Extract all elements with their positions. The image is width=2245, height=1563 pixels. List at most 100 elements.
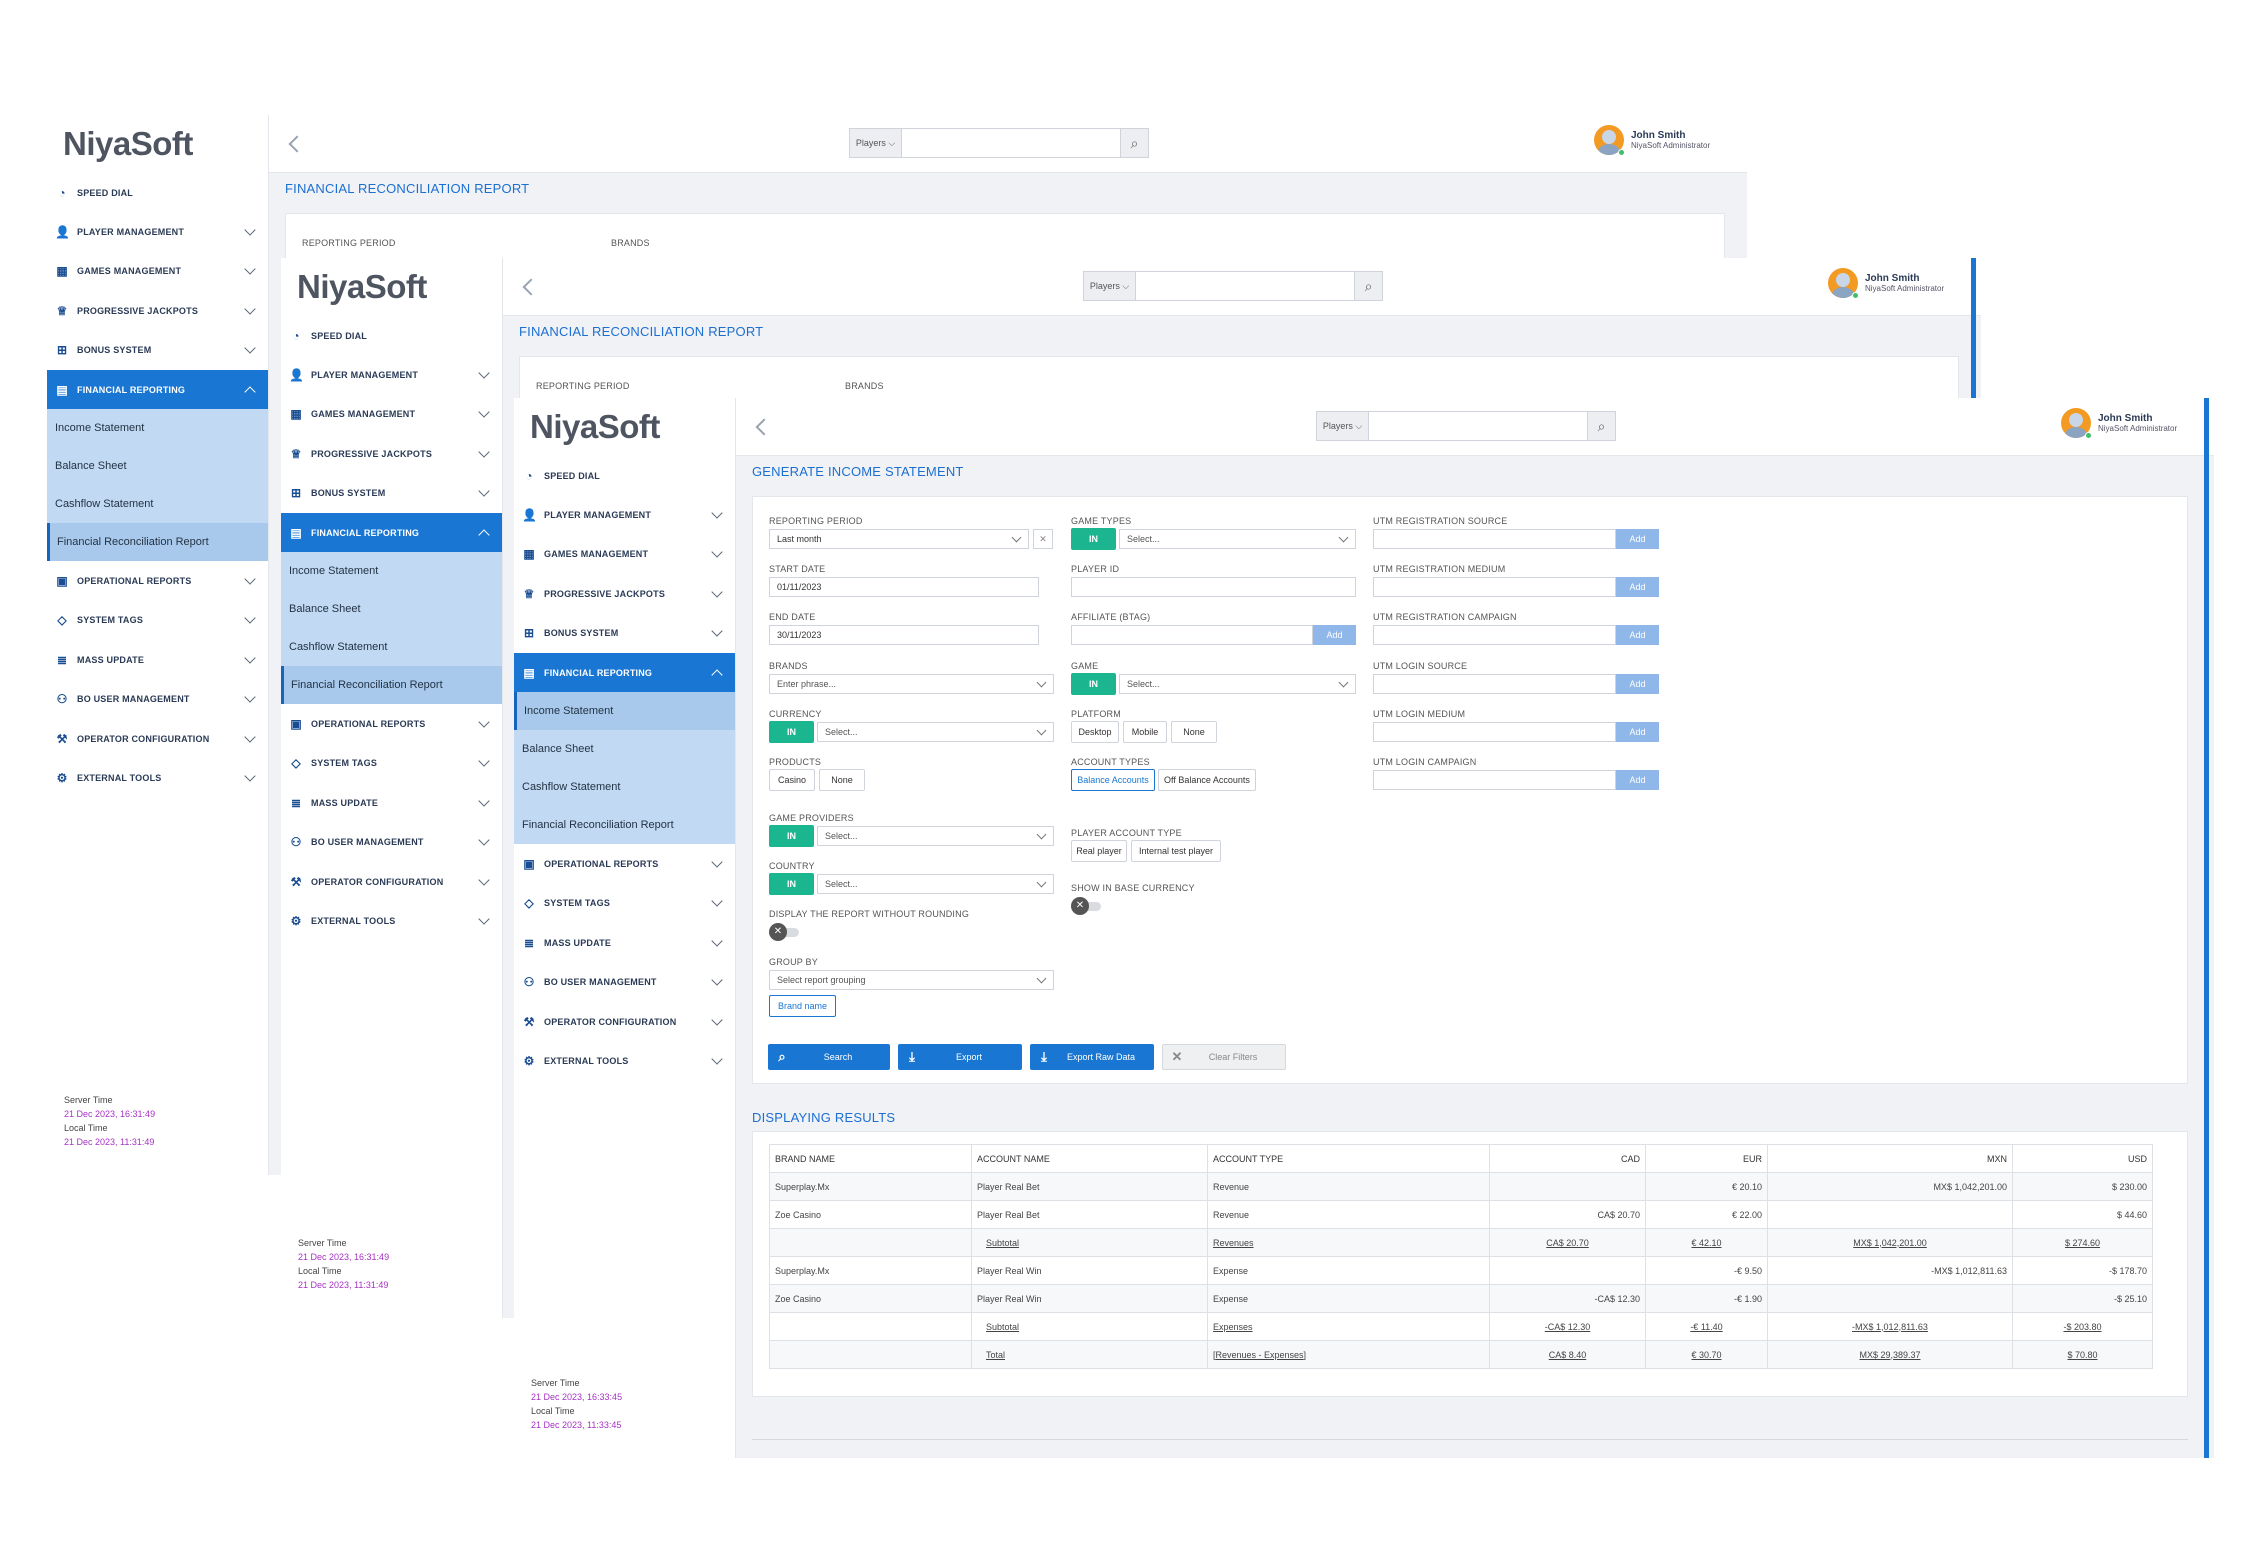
utm-login-medium-input[interactable] xyxy=(1373,722,1616,742)
sub-balance-sheet[interactable]: Balance Sheet xyxy=(47,447,268,486)
sub-income-statement[interactable]: Income Statement xyxy=(281,552,502,591)
sub-financial-reconciliation[interactable]: Financial Reconciliation Report xyxy=(47,523,268,562)
nav-mass-update[interactable]: ≣ MASS UPDATE xyxy=(47,640,268,679)
utm-registration-medium-add-button[interactable]: Add xyxy=(1616,577,1659,597)
total-link[interactable]: Total xyxy=(986,1350,1005,1360)
usd-link[interactable]: -$ 203.80 xyxy=(2063,1322,2101,1332)
nav-system-tags[interactable]: ◇ SYSTEM TAGS xyxy=(281,744,502,783)
nav-external-tools[interactable]: ⚙ EXTERNAL TOOLS xyxy=(281,901,502,940)
player-id-input[interactable] xyxy=(1071,577,1356,597)
nav-progressive-jackpots[interactable]: ♕ PROGRESSIVE JACKPOTS xyxy=(47,291,268,330)
nav-speed-dial[interactable]: ◔ SPEED DIAL xyxy=(281,316,502,355)
usd-link[interactable]: $ 70.80 xyxy=(2067,1350,2097,1360)
utm-login-campaign-input[interactable] xyxy=(1373,770,1616,790)
account-chip-off-balance[interactable]: Off Balance Accounts xyxy=(1158,769,1256,791)
base-currency-toggle[interactable]: ✕ xyxy=(1071,897,1101,915)
game-in-toggle[interactable]: IN xyxy=(1071,673,1116,695)
player-type-chip-test[interactable]: Internal test player xyxy=(1131,840,1221,862)
nav-system-tags[interactable]: ◇ SYSTEM TAGS xyxy=(514,884,735,923)
nav-operational-reports[interactable]: ▣ OPERATIONAL REPORTS xyxy=(47,561,268,600)
export-button[interactable]: ⤓ Export xyxy=(898,1044,1022,1070)
start-date-input[interactable]: 01/11/2023 xyxy=(769,577,1039,597)
subtotal-link[interactable]: Subtotal xyxy=(986,1322,1019,1332)
utm-login-source-input[interactable] xyxy=(1373,674,1616,694)
search-icon[interactable]: ⌕ xyxy=(1120,129,1148,157)
mxn-link[interactable]: MX$ 1,042,201.00 xyxy=(1853,1238,1927,1248)
platform-chip-desktop[interactable]: Desktop xyxy=(1071,721,1119,743)
clear-filters-button[interactable]: ✕ Clear Filters xyxy=(1162,1044,1286,1070)
cad-link[interactable]: -CA$ 12.30 xyxy=(1545,1322,1591,1332)
affiliate-input[interactable] xyxy=(1071,625,1313,645)
game-providers-select[interactable]: Select... xyxy=(817,826,1054,846)
nav-progressive-jackpots[interactable]: ♕ PROGRESSIVE JACKPOTS xyxy=(281,434,502,473)
back-chevron-icon[interactable] xyxy=(522,278,540,296)
search-icon[interactable]: ⌕ xyxy=(1587,412,1615,440)
nav-speed-dial[interactable]: ◔ SPEED DIAL xyxy=(514,456,735,495)
revenues-link[interactable]: Revenues xyxy=(1213,1238,1254,1248)
platform-chip-mobile[interactable]: Mobile xyxy=(1123,721,1167,743)
export-raw-data-button[interactable]: ⤓ Export Raw Data xyxy=(1030,1044,1154,1070)
country-in-toggle[interactable]: IN xyxy=(769,873,814,895)
nav-player-management[interactable]: 👤 PLAYER MANAGEMENT xyxy=(47,212,268,251)
cad-link[interactable]: CA$ 20.70 xyxy=(1546,1238,1589,1248)
nav-operational-reports[interactable]: ▣ OPERATIONAL REPORTS xyxy=(281,704,502,743)
expenses-link[interactable]: Expenses xyxy=(1213,1322,1253,1332)
group-by-select[interactable]: Select report grouping xyxy=(769,970,1054,990)
nav-external-tools[interactable]: ⚙ EXTERNAL TOOLS xyxy=(514,1041,735,1080)
utm-registration-source-add-button[interactable]: Add xyxy=(1616,529,1659,549)
search-scope-dropdown[interactable]: Players ⌵ xyxy=(1317,412,1369,440)
nav-system-tags[interactable]: ◇ SYSTEM TAGS xyxy=(47,601,268,640)
usd-link[interactable]: $ 274.60 xyxy=(2065,1238,2100,1248)
subtotal-link[interactable]: Subtotal xyxy=(986,1238,1019,1248)
nav-external-tools[interactable]: ⚙ EXTERNAL TOOLS xyxy=(47,758,268,797)
nav-bonus-system[interactable]: ⊞ BONUS SYSTEM xyxy=(281,474,502,513)
sub-cashflow-statement[interactable]: Cashflow Statement xyxy=(281,628,502,667)
nav-operational-reports[interactable]: ▣ OPERATIONAL REPORTS xyxy=(514,844,735,883)
game-types-in-toggle[interactable]: IN xyxy=(1071,528,1116,550)
back-chevron-icon[interactable] xyxy=(288,135,306,153)
search-button[interactable]: ⌕ Search xyxy=(768,1044,890,1070)
back-chevron-icon[interactable] xyxy=(755,418,773,436)
user-menu[interactable]: John Smith NiyaSoft Administrator xyxy=(1594,125,1710,156)
brands-input[interactable]: Enter phrase... xyxy=(769,674,1054,694)
nav-operator-configuration[interactable]: ⚒ OPERATOR CONFIGURATION xyxy=(47,719,268,758)
product-chip-none[interactable]: None xyxy=(819,769,865,791)
reporting-period-select[interactable]: Last month xyxy=(769,529,1029,549)
sub-cashflow-statement[interactable]: Cashflow Statement xyxy=(47,485,268,524)
nav-games-management[interactable]: ▦ GAMES MANAGEMENT xyxy=(514,535,735,574)
nav-mass-update[interactable]: ≣ MASS UPDATE xyxy=(281,783,502,822)
eur-link[interactable]: -€ 11.40 xyxy=(1690,1322,1722,1332)
nav-financial-reporting[interactable]: ▤ FINANCIAL REPORTING xyxy=(281,512,502,553)
platform-chip-none[interactable]: None xyxy=(1171,721,1217,743)
search-scope-dropdown[interactable]: Players ⌵ xyxy=(1084,272,1136,300)
game-select[interactable]: Select... xyxy=(1119,674,1356,694)
nav-mass-update[interactable]: ≣ MASS UPDATE xyxy=(514,923,735,962)
utm-registration-source-input[interactable] xyxy=(1373,529,1616,549)
search-input[interactable] xyxy=(902,129,1120,157)
cad-link[interactable]: CA$ 8.40 xyxy=(1549,1350,1587,1360)
nav-bonus-system[interactable]: ⊞ BONUS SYSTEM xyxy=(514,614,735,653)
nav-operator-configuration[interactable]: ⚒ OPERATOR CONFIGURATION xyxy=(281,862,502,901)
user-menu[interactable]: John Smith NiyaSoft Administrator xyxy=(2061,408,2177,439)
group-chip-brand-name[interactable]: Brand name xyxy=(769,995,836,1017)
eur-link[interactable]: € 30.70 xyxy=(1691,1350,1721,1360)
eur-link[interactable]: € 42.10 xyxy=(1691,1238,1721,1248)
sub-financial-reconciliation[interactable]: Financial Reconciliation Report xyxy=(514,806,735,845)
clear-period-icon[interactable]: ✕ xyxy=(1033,529,1053,549)
product-chip-casino[interactable]: Casino xyxy=(769,769,815,791)
account-chip-balance[interactable]: Balance Accounts xyxy=(1071,769,1155,791)
nav-player-management[interactable]: 👤 PLAYER MANAGEMENT xyxy=(281,355,502,394)
country-select[interactable]: Select... xyxy=(817,874,1054,894)
user-menu[interactable]: John Smith NiyaSoft Administrator xyxy=(1828,268,1944,299)
nav-bonus-system[interactable]: ⊞ BONUS SYSTEM xyxy=(47,331,268,370)
nav-player-management[interactable]: 👤 PLAYER MANAGEMENT xyxy=(514,495,735,534)
currency-in-toggle[interactable]: IN xyxy=(769,721,814,743)
nav-games-management[interactable]: ▦ GAMES MANAGEMENT xyxy=(281,395,502,434)
utm-registration-campaign-add-button[interactable]: Add xyxy=(1616,625,1659,645)
nav-bo-user-management[interactable]: ⚇ BO USER MANAGEMENT xyxy=(281,823,502,862)
sub-financial-reconciliation[interactable]: Financial Reconciliation Report xyxy=(281,666,502,705)
player-type-chip-real[interactable]: Real player xyxy=(1071,840,1127,862)
utm-registration-campaign-input[interactable] xyxy=(1373,625,1616,645)
nav-financial-reporting[interactable]: ▤ FINANCIAL REPORTING xyxy=(47,369,268,410)
nav-bo-user-management[interactable]: ⚇ BO USER MANAGEMENT xyxy=(47,680,268,719)
